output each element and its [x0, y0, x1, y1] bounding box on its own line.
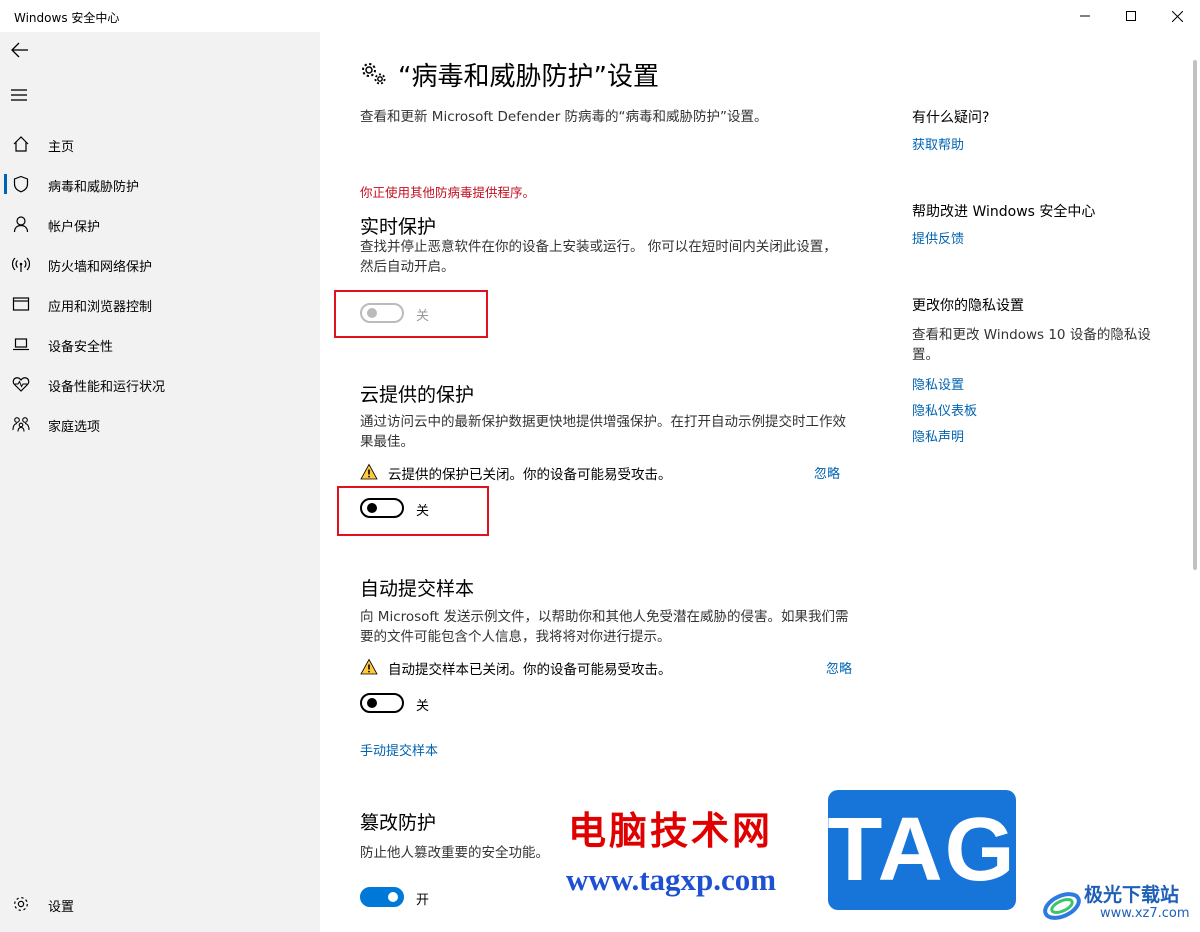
- sample-toggle-label: 关: [416, 699, 430, 714]
- feedback-link[interactable]: 提供反馈: [912, 228, 964, 247]
- close-icon: [1171, 10, 1183, 22]
- privacy-statement-link[interactable]: 隐私声明: [912, 426, 964, 445]
- sidebar-item-settings[interactable]: 设置: [0, 884, 320, 924]
- privacy-dashboard-link[interactable]: 隐私仪表板: [912, 400, 977, 419]
- hamburger-icon: [11, 89, 27, 101]
- sidebar-item-label: 病毒和威胁防护: [48, 180, 140, 195]
- sample-toggle[interactable]: [360, 693, 404, 713]
- home-icon: [13, 136, 29, 152]
- app-window-icon: [12, 297, 30, 311]
- heart-pulse-icon: [12, 377, 30, 392]
- get-help-link[interactable]: 获取帮助: [912, 134, 964, 153]
- cloud-title: 云提供的保护: [360, 384, 475, 406]
- privacy-title: 更改你的隐私设置: [912, 298, 1024, 314]
- sidebar-item-label: 帐户保护: [48, 220, 101, 235]
- realtime-title: 实时保护: [360, 216, 437, 238]
- manual-submit-link[interactable]: 手动提交样本: [360, 740, 438, 759]
- maximize-button[interactable]: [1108, 0, 1154, 32]
- window-title: Windows 安全中心: [14, 11, 120, 25]
- sample-alert-text: 自动提交样本已关闭。你的设备可能易受攻击。: [388, 662, 672, 678]
- laptop-icon: [13, 338, 29, 351]
- tamper-title: 篡改防护: [360, 812, 437, 834]
- sidebar-item-account[interactable]: 帐户保护: [0, 204, 320, 244]
- minimize-button[interactable]: [1062, 0, 1108, 32]
- main-content: “病毒和威胁防护”设置 查看和更新 Microsoft Defender 防病毒…: [320, 32, 1200, 932]
- sample-alert: 自动提交样本已关闭。你的设备可能易受攻击。 忽略: [360, 657, 852, 678]
- watermark-site-domain: www.xz7.com: [1100, 906, 1190, 921]
- improve-title: 帮助改进 Windows 安全中心: [912, 204, 1096, 220]
- gear-icon: [14, 897, 28, 911]
- wifi-broadcast-icon: [12, 257, 30, 272]
- person-icon: [13, 216, 29, 233]
- page-title: “病毒和威胁防护”设置: [398, 61, 659, 92]
- privacy-text: 查看和更改 Windows 10 设备的隐私设置。: [912, 327, 1151, 363]
- highlight-box: [337, 486, 489, 536]
- minimize-icon: [1080, 15, 1090, 17]
- sidebar-item-label: 家庭选项: [48, 420, 101, 435]
- toggle-knob: [367, 698, 377, 708]
- page-header: “病毒和威胁防护”设置: [360, 56, 659, 92]
- arrow-left-icon: [11, 42, 28, 58]
- warning-icon: [360, 463, 378, 480]
- help-title: 有什么疑问?: [912, 110, 990, 126]
- watermark-url: www.tagxp.com: [566, 862, 777, 897]
- sidebar-item-virus-protection[interactable]: 病毒和威胁防护: [0, 164, 320, 204]
- watermark-brand: 电脑技术网: [568, 808, 774, 853]
- sidebar-item-home[interactable]: 主页: [0, 124, 320, 164]
- sidebar-item-label: 防火墙和网络保护: [48, 260, 153, 275]
- cloud-dismiss-link[interactable]: 忽略: [814, 463, 840, 482]
- realtime-desc: 查找并停止恶意软件在你的设备上安装或运行。 你可以在短时间内关闭此设置，然后自动…: [360, 239, 837, 275]
- sidebar-item-label: 应用和浏览器控制: [48, 300, 153, 315]
- sidebar: 主页 病毒和威胁防护 帐户保护 防火墙和网络保护 应用和浏览器控制 设备安全性 …: [0, 32, 320, 932]
- hamburger-menu-button[interactable]: [10, 86, 32, 108]
- scrollbar[interactable]: [1193, 60, 1197, 570]
- maximize-icon: [1126, 11, 1136, 21]
- cloud-desc: 通过访问云中的最新保护数据更快地提供增强保护。在打开自动示例提交时工作效果最佳。: [360, 414, 846, 450]
- back-button[interactable]: [10, 40, 32, 62]
- cloud-alert: 云提供的保护已关闭。你的设备可能易受攻击。 忽略: [360, 462, 852, 483]
- shield-icon: [13, 175, 29, 193]
- sidebar-item-label: 设备安全性: [48, 340, 114, 355]
- sample-dismiss-link[interactable]: 忽略: [826, 658, 852, 677]
- sidebar-item-family[interactable]: 家庭选项: [0, 404, 320, 444]
- watermark-tag-logo: TAG: [827, 790, 1016, 910]
- warning-icon: [360, 658, 378, 675]
- aurora-logo-icon: [1043, 892, 1081, 920]
- close-button[interactable]: [1154, 0, 1200, 32]
- sidebar-item-label: 设置: [48, 900, 75, 915]
- watermark-site-name: 极光下载站: [1084, 884, 1180, 906]
- sidebar-item-device-security[interactable]: 设备安全性: [0, 324, 320, 364]
- family-icon: [12, 417, 30, 432]
- watermark-site: 极光下载站 www.xz7.com: [1040, 878, 1196, 928]
- sample-desc: 向 Microsoft 发送示例文件，以帮助你和其他人免受潜在威胁的侵害。如果我…: [360, 609, 849, 645]
- cloud-alert-text: 云提供的保护已关闭。你的设备可能易受攻击。: [388, 467, 672, 483]
- sidebar-item-label: 设备性能和运行状况: [48, 380, 166, 395]
- provider-warning: 你正使用其他防病毒提供程序。: [360, 185, 536, 200]
- sample-title: 自动提交样本: [360, 578, 475, 600]
- toggle-knob: [388, 892, 398, 902]
- tamper-toggle[interactable]: [360, 887, 404, 907]
- page-subtitle: 查看和更新 Microsoft Defender 防病毒的“病毒和威胁防护”设置…: [360, 109, 768, 125]
- sidebar-item-label: 主页: [48, 140, 75, 155]
- privacy-settings-link[interactable]: 隐私设置: [912, 374, 964, 393]
- highlight-box: [334, 290, 488, 338]
- tamper-toggle-label: 开: [416, 893, 430, 908]
- title-bar: Windows 安全中心: [0, 0, 1200, 32]
- sidebar-item-app-browser[interactable]: 应用和浏览器控制: [0, 284, 320, 324]
- sidebar-item-firewall[interactable]: 防火墙和网络保护: [0, 244, 320, 284]
- gears-icon: [362, 63, 386, 85]
- sidebar-item-device-performance[interactable]: 设备性能和运行状况: [0, 364, 320, 404]
